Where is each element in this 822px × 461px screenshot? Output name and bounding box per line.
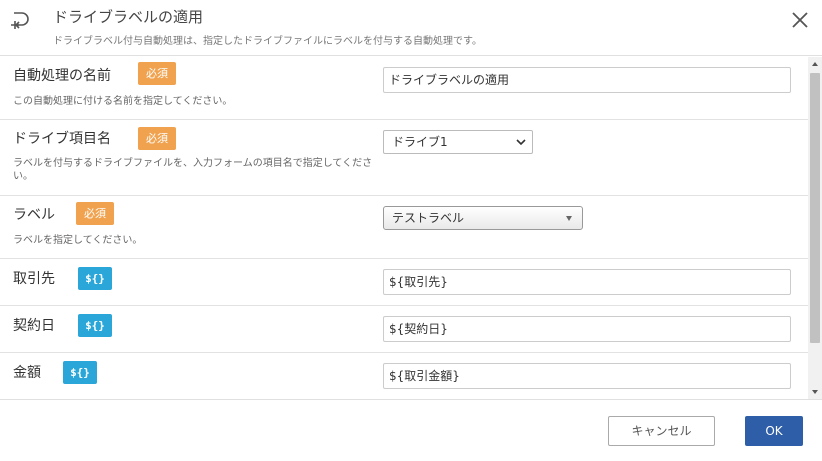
dialog-title: ドライブラベルの適用: [53, 8, 204, 26]
required-badge: 必須: [76, 202, 114, 225]
field-description: この自動処理に付ける名前を指定してください。: [13, 96, 233, 107]
field-row-label: ラベル 必須 ラベルを指定してください。 テストラベル: [0, 196, 808, 259]
variable-badge: ${}: [78, 314, 112, 337]
field-label: ドライブ項目名: [13, 131, 111, 147]
amount-input[interactable]: ${取引金額}: [383, 363, 791, 389]
field-row-amount: 金額 ${} ${取引金額}: [0, 353, 808, 399]
selected-value: テストラベル: [392, 211, 465, 225]
cancel-button[interactable]: キャンセル: [608, 416, 715, 446]
label-select[interactable]: テストラベル: [383, 206, 583, 230]
drive-item-select[interactable]: ドライブ1: [383, 130, 533, 154]
required-badge: 必須: [138, 127, 176, 150]
scroll-thumb[interactable]: [810, 73, 820, 343]
field-label: ラベル: [13, 207, 55, 223]
variable-badge: ${}: [78, 267, 112, 290]
field-label: 取引先: [13, 271, 55, 287]
field-row-contract-date: 契約日 ${} ${契約日}: [0, 306, 808, 353]
field-row-client: 取引先 ${} ${取引先}: [0, 259, 808, 306]
field-label: 自動処理の名前: [13, 68, 111, 84]
process-name-input[interactable]: ドライブラベルの適用: [383, 67, 791, 93]
close-icon[interactable]: [790, 10, 810, 30]
field-row-drive-item: ドライブ項目名 必須 ラベルを付与するドライブファイルを、入力フォームの項目名で…: [0, 120, 808, 196]
chevron-down-icon: [516, 139, 526, 146]
contract-date-input[interactable]: ${契約日}: [383, 316, 791, 342]
scroll-down-icon[interactable]: [808, 385, 822, 399]
dropdown-arrow-icon: [566, 216, 572, 221]
client-input[interactable]: ${取引先}: [383, 269, 791, 295]
required-badge: 必須: [138, 62, 176, 85]
dialog-subtitle: ドライブラベル付与自動処理は、指定したドライブファイルにラベルを付与する自動処理…: [53, 36, 482, 47]
add-process-icon: [11, 12, 29, 29]
field-label: 契約日: [13, 318, 55, 334]
selected-value: ドライブ1: [392, 135, 448, 149]
form-body: 自動処理の名前 必須 この自動処理に付ける名前を指定してください。 ドライブラベ…: [0, 57, 808, 399]
ok-button[interactable]: OK: [745, 416, 803, 446]
variable-badge: ${}: [63, 361, 97, 384]
field-description: ラベルを付与するドライブファイルを、入力フォームの項目名で指定してください。: [13, 158, 373, 182]
vertical-scrollbar[interactable]: [808, 57, 822, 399]
field-label: 金額: [13, 365, 41, 381]
field-description: ラベルを指定してください。: [13, 235, 143, 246]
field-row-process-name: 自動処理の名前 必須 この自動処理に付ける名前を指定してください。 ドライブラベ…: [0, 57, 808, 120]
dialog-footer: キャンセル OK: [0, 399, 822, 461]
dialog-header: ドライブラベルの適用 ドライブラベル付与自動処理は、指定したドライブファイルにラ…: [0, 0, 822, 56]
scroll-up-icon[interactable]: [808, 57, 822, 71]
